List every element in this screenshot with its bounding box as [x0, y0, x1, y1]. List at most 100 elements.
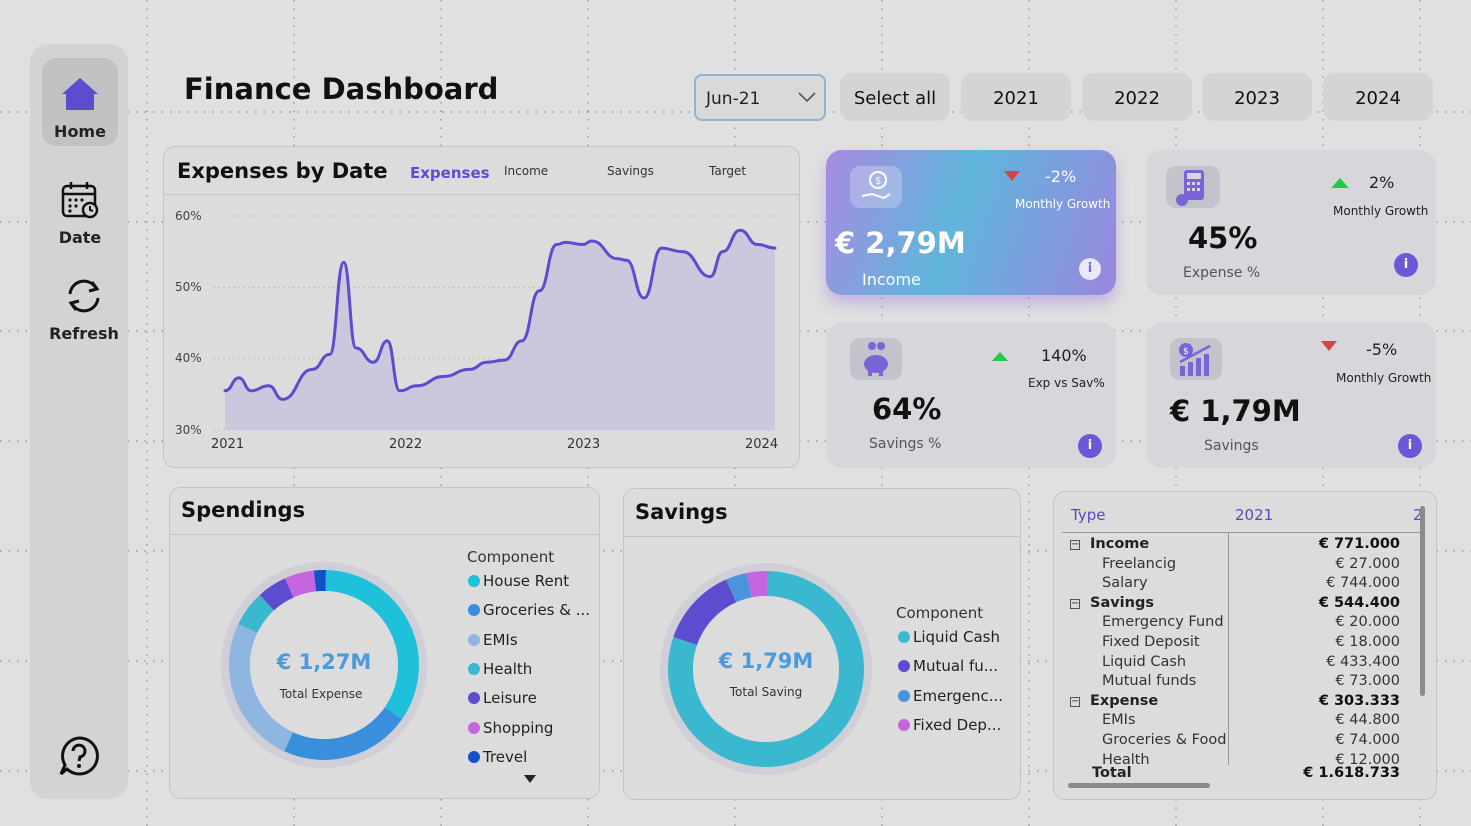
matrix-row-label: Mutual funds [1102, 673, 1197, 690]
chevron-down-icon [798, 92, 816, 103]
legend-item[interactable]: Fixed Dep... [898, 716, 1001, 734]
savings-pct-growth-value: 140% [1041, 346, 1087, 365]
slicer-2022[interactable]: 2022 [1082, 73, 1192, 121]
matrix-header-year: 2021 [1235, 506, 1274, 524]
y-tick-label: 30% [175, 423, 202, 437]
legend-label: Shopping [483, 718, 554, 737]
x-tick-label: 2022 [389, 437, 422, 452]
savings-label: Savings [1204, 438, 1259, 454]
savings-growth-value: -5% [1366, 340, 1398, 359]
income-growth-label: Monthly Growth [1015, 197, 1111, 211]
legend-label: Health [483, 659, 533, 678]
matrix-group-row[interactable]: − Savings € 544.400 [1054, 595, 1414, 615]
expenses-chart-title: Expenses by Date [177, 159, 388, 183]
matrix-row-label: Freelancig [1102, 555, 1177, 572]
x-tick-label: 2024 [745, 437, 778, 452]
expense-kpi-card: 2% Monthly Growth 45% Expense % i [1146, 150, 1436, 295]
nav-refresh-label: Refresh [49, 324, 119, 343]
matrix-row-label: Fixed Deposit [1102, 634, 1200, 650]
legend-swatch [468, 750, 480, 763]
matrix-row: Mutual funds € 73.000 [1054, 673, 1414, 693]
legend-item[interactable]: Leisure [468, 689, 537, 707]
legend-swatch [468, 662, 480, 675]
slicer-2024[interactable]: 2024 [1323, 73, 1433, 121]
legend-item[interactable]: House Rent [468, 572, 569, 590]
info-icon[interactable]: i [1398, 434, 1422, 458]
calculator-icon [1166, 166, 1220, 208]
month-dropdown[interactable]: Jun-21 [694, 74, 826, 121]
matrix-row-value: € 544.400 [1318, 594, 1400, 611]
x-tick-label: 2023 [567, 437, 600, 452]
legend-item[interactable]: EMIs [468, 631, 518, 649]
legend-item[interactable]: Health [468, 660, 532, 678]
legend-swatch [898, 689, 910, 702]
scroll-down-icon[interactable] [524, 775, 536, 783]
help-icon[interactable] [57, 734, 101, 778]
tab-savings[interactable]: Savings [607, 164, 654, 178]
savings-center-value: € 1,79M [718, 649, 814, 673]
savings-pct-value: 64% [872, 392, 942, 426]
legend-item[interactable]: Emergenc... [898, 687, 1003, 705]
matrix-row: EMIs € 44.800 [1054, 712, 1414, 732]
money-hand-icon: $ [850, 166, 902, 208]
legend-swatch [468, 604, 480, 617]
nav-date-button[interactable]: Date [42, 172, 118, 260]
savings-pct-label: Savings % [869, 436, 942, 452]
info-icon[interactable]: i [1078, 434, 1102, 458]
savings-pct-growth-label: Exp vs Sav% [1028, 376, 1105, 390]
y-tick-label: 50% [175, 280, 202, 294]
income-growth-value: -2% [1045, 167, 1077, 186]
slicer-2023[interactable]: 2023 [1202, 73, 1312, 121]
expense-value: 45% [1188, 221, 1258, 255]
matrix-row-label: Liquid Cash [1102, 653, 1187, 670]
matrix-row-value: € 27.000 [1335, 555, 1400, 572]
matrix-row-label: Income [1090, 536, 1150, 552]
nav-refresh-button[interactable]: Refresh [44, 270, 124, 358]
legend-item[interactable]: Shopping [468, 719, 553, 737]
divider [624, 536, 1020, 537]
matrix-row: Freelancig € 27.000 [1054, 556, 1414, 576]
matrix-row-value: € 74.000 [1335, 732, 1400, 748]
matrix-row: Emergency Fund € 20.000 [1054, 614, 1414, 634]
up-arrow-icon [992, 352, 1008, 361]
legend-label: Trevel [483, 747, 528, 766]
expense-growth-label: Monthly Growth [1333, 204, 1429, 218]
svg-text:$: $ [875, 176, 881, 187]
matrix-group-row[interactable]: − Income € 771.000 [1054, 536, 1414, 556]
legend-swatch [468, 633, 480, 646]
slicer-select-all[interactable]: Select all [840, 73, 950, 121]
collapse-icon[interactable]: − [1070, 598, 1080, 609]
savings-center-label: Total Saving [729, 685, 803, 699]
matrix-group-row[interactable]: − Expense € 303.333 [1054, 693, 1414, 713]
matrix-row-label: Salary [1102, 575, 1148, 592]
info-icon[interactable]: i [1079, 258, 1101, 280]
info-icon[interactable]: i [1394, 253, 1418, 277]
tab-expenses[interactable]: Expenses [410, 164, 490, 182]
matrix-row-value: € 18.000 [1335, 634, 1400, 650]
income-value: € 2,79M [835, 226, 966, 260]
collapse-icon[interactable]: − [1070, 540, 1080, 550]
matrix-total-label: Total [1092, 765, 1132, 781]
home-icon [62, 78, 98, 110]
legend-swatch [898, 660, 910, 673]
tab-income[interactable]: Income [504, 164, 548, 178]
savings-legend-title: Component [896, 604, 984, 622]
legend-item[interactable]: Mutual fu... [898, 657, 998, 675]
expense-growth-value: 2% [1369, 173, 1395, 192]
matrix-total-value: € 1.618.733 [1303, 765, 1400, 781]
money-growth-icon: $ [1170, 338, 1222, 380]
legend-item[interactable]: Trevel [468, 748, 527, 766]
legend-label: Fixed Dep... [913, 715, 1002, 734]
legend-item[interactable]: Liquid Cash [898, 628, 1000, 646]
slicer-2021[interactable]: 2021 [961, 73, 1071, 121]
matrix-row-value: € 44.800 [1335, 712, 1400, 729]
spendings-title: Spendings [181, 498, 306, 522]
horizontal-scrollbar[interactable] [1068, 783, 1210, 788]
legend-swatch [468, 692, 480, 705]
collapse-icon[interactable]: − [1070, 696, 1080, 707]
legend-swatch [468, 721, 480, 734]
tab-target[interactable]: Target [709, 164, 746, 178]
vertical-scrollbar[interactable] [1420, 506, 1425, 696]
nav-home-button[interactable]: Home [42, 58, 118, 146]
legend-item[interactable]: Groceries & ... [468, 601, 590, 619]
